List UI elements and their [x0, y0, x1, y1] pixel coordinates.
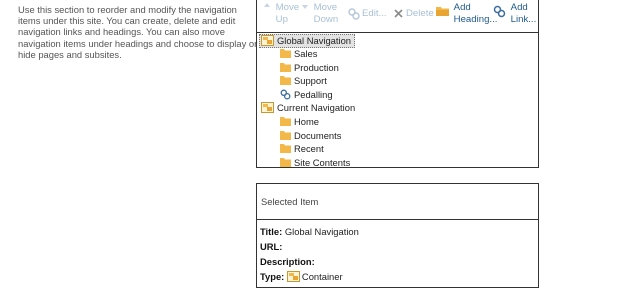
- prop-type-value: Container: [301, 271, 343, 282]
- tree-node-label: Site Contents: [294, 157, 351, 168]
- prop-type-label: Type:: [260, 271, 285, 282]
- tree-node-label: Documents: [294, 130, 342, 141]
- delete-x-icon: [394, 9, 403, 18]
- prop-title-value: Global Navigation: [284, 226, 359, 237]
- selected-item-properties: Title: Global Navigation URL: Descriptio…: [256, 219, 539, 288]
- add-link-label-line2: Link...: [510, 13, 537, 25]
- add-heading-folder-icon: [436, 7, 449, 16]
- folder-icon: [280, 144, 291, 154]
- tree-node-production[interactable]: Production: [280, 62, 339, 74]
- move-up-button[interactable]: Move Up: [263, 2, 299, 25]
- add-heading-label-line2: Heading...: [453, 13, 498, 25]
- tree-node-documents[interactable]: Documents: [280, 130, 341, 142]
- tree-node-label: Global Navigation: [277, 35, 352, 46]
- move-down-button[interactable]: Move Down: [301, 2, 338, 25]
- folder-icon: [280, 117, 291, 127]
- tree-node-global-navigation[interactable]: Global Navigation: [259, 34, 356, 48]
- description-line: Use this section to reorder and modify t…: [18, 4, 237, 15]
- tree-node-label: Pedalling: [294, 89, 333, 100]
- selected-item-header: Selected Item: [256, 183, 539, 220]
- tree-node-label: Support: [294, 75, 327, 86]
- add-link-label-line1: Add: [510, 2, 528, 13]
- description-line: items under this site. You can create, d…: [18, 15, 236, 27]
- add-heading-button[interactable]: Add Heading...: [436, 2, 497, 25]
- navigation-toolbar: Move Up Move Down Edit... Delete Add Headin…: [256, 0, 539, 32]
- prop-title-label: Title:: [260, 226, 283, 237]
- move-down-label-line2: Down: [313, 13, 339, 25]
- folder-icon: [280, 76, 291, 86]
- container-icon: [286, 271, 300, 283]
- selected-item-heading: Selected Item: [261, 196, 319, 207]
- tree-node-label: Production: [294, 62, 339, 73]
- folder-icon: [280, 158, 291, 168]
- add-heading-label-line1: Add: [453, 2, 471, 13]
- link-icon: [280, 89, 291, 100]
- description-line: hide pages and subsites.: [18, 48, 122, 60]
- prop-url-label: URL:: [260, 241, 283, 252]
- tree-node-recent[interactable]: Recent: [280, 143, 324, 155]
- tree-node-label: Recent: [294, 143, 324, 154]
- container-icon: [261, 35, 274, 47]
- move-down-icon: [302, 5, 308, 9]
- tree-node-sales[interactable]: Sales: [280, 48, 317, 60]
- add-link-button[interactable]: Add Link...: [493, 2, 536, 25]
- prop-title: Title: Global Navigation: [260, 226, 359, 237]
- tree-node-pedalling[interactable]: Pedalling: [280, 89, 333, 101]
- tree-node-current-navigation[interactable]: Current Navigation: [261, 102, 355, 114]
- tree-node-label: Current Navigation: [277, 102, 356, 113]
- move-down-label-line1: Move: [313, 2, 338, 13]
- folder-icon: [280, 131, 291, 141]
- description-line: navigation links and headings. You can a…: [18, 26, 225, 38]
- tree-node-label: Home: [294, 116, 320, 127]
- tree-node-support[interactable]: Support: [280, 75, 327, 87]
- tree-node-site-contents[interactable]: Site Contents: [280, 157, 350, 169]
- folder-icon: [280, 49, 291, 59]
- move-up-icon: [264, 3, 270, 7]
- edit-label: Edit...: [362, 8, 387, 19]
- prop-type: Type: Container: [260, 271, 343, 283]
- add-link-icon: [493, 5, 506, 18]
- edit-link-icon: [348, 8, 360, 20]
- edit-button[interactable]: Edit...: [348, 8, 387, 20]
- description-line: navigation items under headings and choo…: [18, 37, 258, 49]
- navigation-description: Use this section to reorder and modify t…: [18, 4, 258, 60]
- delete-button[interactable]: Delete: [393, 8, 434, 20]
- prop-description-label: Description:: [260, 256, 315, 267]
- tree-node-label: Sales: [294, 48, 318, 59]
- prop-url: URL:: [260, 241, 282, 252]
- folder-icon: [280, 63, 291, 73]
- tree-node-home[interactable]: Home: [280, 116, 319, 128]
- navigation-tree: Global Navigation Sales Production Suppo…: [256, 32, 539, 168]
- move-up-label-line1: Move: [275, 2, 300, 13]
- delete-label: Delete: [406, 8, 434, 19]
- prop-description: Description:: [260, 256, 315, 267]
- move-up-label-line2: Up: [275, 13, 288, 25]
- container-icon: [261, 102, 274, 114]
